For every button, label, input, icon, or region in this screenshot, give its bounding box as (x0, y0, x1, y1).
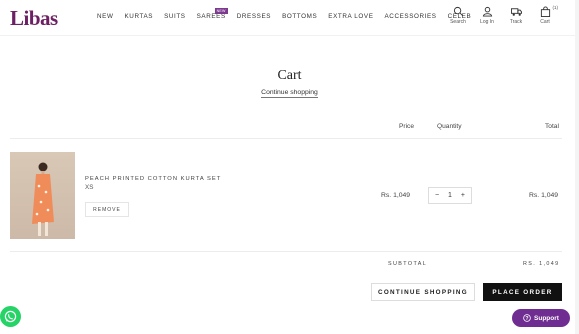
subtotal-value: RS. 1,049 (523, 261, 560, 267)
search-button[interactable]: Search (448, 6, 468, 25)
login-label: Log In (480, 19, 494, 25)
search-icon (453, 6, 463, 17)
subtotal-label: SUBTOTAL (388, 261, 428, 267)
decrease-quantity-button[interactable]: − (435, 192, 439, 199)
search-label: Search (450, 19, 466, 25)
nav-bottoms[interactable]: BOTTOMS (282, 13, 317, 20)
column-header-total: Total (545, 123, 559, 130)
divider (10, 138, 562, 139)
divider (10, 251, 562, 252)
place-order-button[interactable]: PLACE ORDER (483, 283, 562, 301)
increase-quantity-button[interactable]: + (461, 192, 465, 199)
item-price: Rs. 1,049 (381, 192, 411, 199)
nav-new[interactable]: NEW (97, 13, 114, 20)
cart-count-badge: (1) (552, 5, 559, 10)
scrollbar[interactable] (575, 0, 579, 334)
user-icon (482, 6, 492, 17)
nav-sarees-label: SAREES (196, 13, 226, 20)
support-button[interactable]: ? Support (512, 309, 570, 327)
continue-shopping-button[interactable]: CONTINUE SHOPPING (371, 283, 475, 301)
column-header-quantity: Quantity (437, 123, 462, 130)
nav-kurtas[interactable]: KURTAS (125, 13, 154, 20)
nav-suits[interactable]: SUITS (164, 13, 186, 20)
continue-shopping-link[interactable]: Continue shopping (261, 89, 318, 98)
svg-text:?: ? (525, 316, 528, 322)
whatsapp-button[interactable] (0, 306, 21, 327)
bag-icon (540, 6, 550, 17)
cart-label: Cart (540, 19, 550, 25)
model-figure-icon (32, 162, 54, 236)
product-name-link[interactable]: PEACH PRINTED COTTON KURTA SET (85, 176, 221, 182)
product-size: XS (85, 184, 94, 191)
new-badge: NEW (214, 8, 228, 14)
continue-shopping-link-wrap: Continue shopping (0, 89, 579, 98)
column-header-price: Price (399, 123, 415, 130)
login-button[interactable]: Log In (477, 6, 497, 25)
product-image[interactable] (10, 152, 75, 239)
track-label: Track (509, 19, 523, 25)
remove-button[interactable]: REMOVE (85, 202, 129, 217)
nav-accessories[interactable]: ACCESSORIES (385, 13, 437, 20)
track-button[interactable]: Track (506, 6, 526, 25)
help-icon: ? (523, 314, 531, 322)
support-label: Support (534, 314, 559, 322)
nav-extra-love[interactable]: EXTRA LOVE (328, 13, 373, 20)
truck-icon (510, 8, 522, 16)
whatsapp-icon (4, 310, 17, 323)
quantity-stepper: − 1 + (428, 187, 472, 204)
nav-dresses[interactable]: DRESSES (237, 13, 271, 20)
page-title: Cart (277, 68, 302, 83)
main-nav: NEW KURTAS SUITS SAREES NEW DRESSES BOTT… (97, 8, 471, 20)
nav-sarees[interactable]: SAREES NEW (196, 8, 228, 20)
item-total: Rs. 1,049 (529, 192, 559, 199)
libas-logo[interactable]: Libas (10, 6, 58, 31)
header-icons: Search Log In Track Cart (448, 6, 555, 25)
site-header: Libas NEW KURTAS SUITS SAREES NEW DRESSE… (0, 0, 579, 36)
quantity-value[interactable]: 1 (448, 192, 452, 199)
